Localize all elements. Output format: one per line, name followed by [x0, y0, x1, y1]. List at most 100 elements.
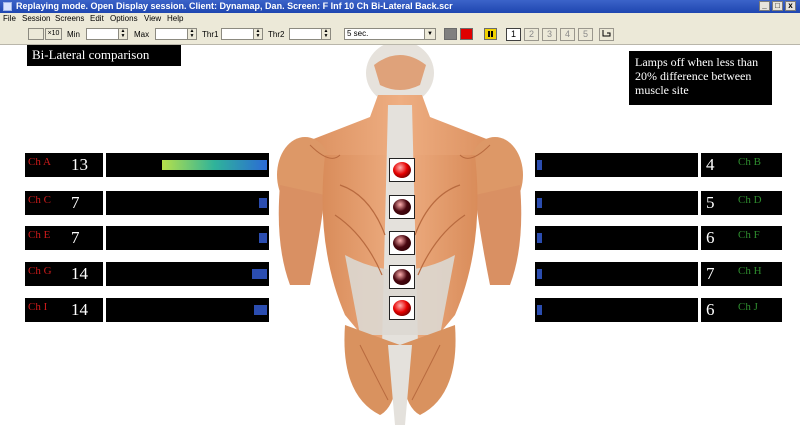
lamp-indicator	[389, 158, 415, 182]
channel-row-right: 4 Ch B	[535, 153, 782, 177]
channel-value: 7	[71, 228, 80, 247]
level-bar-fill	[162, 160, 267, 170]
lamp-indicator	[389, 231, 415, 255]
level-bar	[106, 298, 269, 322]
close-button[interactable]: x	[785, 1, 796, 11]
min-label: Min	[67, 30, 80, 39]
menu-help[interactable]: Help	[167, 13, 183, 25]
lamp-bulb-icon	[393, 300, 411, 316]
page-button-2[interactable]: 2	[524, 28, 539, 41]
channel-row-left: Ch G 14	[25, 262, 269, 286]
pause-button[interactable]	[484, 28, 497, 40]
lamp-indicator	[389, 296, 415, 320]
chevron-down-icon[interactable]: ▼	[424, 29, 435, 39]
channel-name: Ch G	[28, 265, 52, 277]
channel-row-left: Ch E 7	[25, 226, 269, 250]
menu-options[interactable]: Options	[110, 13, 138, 25]
page-button-5[interactable]: 5	[578, 28, 593, 41]
channel-value: 6	[706, 300, 715, 319]
channel-name: Ch E	[28, 229, 51, 241]
channel-name: Ch I	[28, 301, 48, 313]
channel-value: 7	[706, 264, 715, 283]
menu-session[interactable]: Session	[22, 13, 50, 25]
gray-square-button[interactable]	[444, 28, 457, 40]
display-screen: Bi-Lateral comparison Lamps off when les…	[0, 45, 800, 430]
level-bar-fill	[537, 160, 542, 170]
lamp-bulb-icon	[393, 269, 411, 285]
channel-value: 6	[706, 228, 715, 247]
channel-name: Ch H	[738, 265, 762, 277]
thr2-spinner[interactable]: ▲ ▼	[289, 28, 331, 40]
level-bar	[106, 262, 269, 286]
page-button-1[interactable]: 1	[506, 28, 521, 41]
channel-row-left: Ch I 14	[25, 298, 269, 322]
channel-value-box: 7 Ch H	[701, 262, 782, 286]
toolbar: ×10 Min ▲ ▼ Max ▲ ▼ Thr1 ▲ ▼ Thr2 ▲ ▼ 5 sec.…	[0, 25, 800, 45]
interval-select[interactable]: 5 sec. ▼	[344, 28, 436, 40]
red-square-button[interactable]	[460, 28, 473, 40]
channel-name: Ch C	[28, 194, 51, 206]
spinner-arrows-icon[interactable]: ▲ ▼	[187, 29, 196, 39]
max-spinner[interactable]: ▲ ▼	[155, 28, 197, 40]
pause-icon	[488, 31, 493, 37]
channel-value-box: 6 Ch J	[701, 298, 782, 322]
spinner-arrows-icon[interactable]: ▲ ▼	[118, 29, 127, 39]
page-button-3[interactable]: 3	[542, 28, 557, 41]
channel-value: 7	[71, 193, 80, 212]
level-bar	[106, 153, 269, 177]
channel-value: 5	[706, 193, 715, 212]
zoom-button[interactable]: ×10	[45, 28, 62, 40]
channel-value-box: Ch E 7	[25, 226, 103, 250]
channel-value: 14	[71, 300, 88, 319]
menu-screens[interactable]: Screens	[55, 13, 84, 25]
lamp-indicator	[389, 265, 415, 289]
layout-icon	[602, 30, 611, 37]
screen-title: Bi-Lateral comparison	[27, 45, 181, 66]
lamp-bulb-icon	[393, 199, 411, 215]
min-spinner[interactable]: ▲ ▼	[86, 28, 128, 40]
channel-value-box: 6 Ch F	[701, 226, 782, 250]
lamp-bulb-icon	[393, 162, 411, 178]
max-label: Max	[134, 30, 150, 39]
level-bar	[535, 153, 698, 177]
level-bar-fill	[259, 233, 267, 243]
minimize-button[interactable]: _	[759, 1, 770, 11]
menu-edit[interactable]: Edit	[90, 13, 104, 25]
channel-name: Ch A	[28, 156, 51, 168]
channel-row-right: 6 Ch J	[535, 298, 782, 322]
channel-row-right: 5 Ch D	[535, 191, 782, 215]
level-bar-fill	[537, 233, 542, 243]
interval-value: 5 sec.	[347, 29, 369, 38]
level-bar	[535, 226, 698, 250]
level-bar	[106, 191, 269, 215]
page-button-4[interactable]: 4	[560, 28, 575, 41]
level-bar	[535, 262, 698, 286]
layout-button[interactable]	[599, 28, 614, 41]
channel-name: Ch F	[738, 229, 760, 241]
channel-value-box: Ch I 14	[25, 298, 103, 322]
channel-value: 14	[71, 264, 88, 283]
level-bar-fill	[537, 305, 542, 315]
tool-button[interactable]	[28, 28, 44, 40]
lamp-note: Lamps off when less than 20% difference …	[629, 51, 772, 105]
channel-value: 13	[71, 155, 88, 174]
channel-value-box: Ch C 7	[25, 191, 103, 215]
window-titlebar[interactable]: Replaying mode. Open Display session. Cl…	[0, 0, 800, 13]
channel-name: Ch J	[738, 301, 758, 313]
channel-value-box: Ch G 14	[25, 262, 103, 286]
lamp-bulb-icon	[393, 235, 411, 251]
window-title: Replaying mode. Open Display session. Cl…	[16, 1, 453, 11]
thr1-spinner[interactable]: ▲ ▼	[221, 28, 263, 40]
menu-view[interactable]: View	[144, 13, 161, 25]
channel-value: 4	[706, 155, 715, 174]
app-icon	[3, 2, 12, 11]
level-bar-fill	[252, 269, 267, 279]
spinner-arrows-icon[interactable]: ▲ ▼	[321, 29, 330, 39]
spinner-arrows-icon[interactable]: ▲ ▼	[253, 29, 262, 39]
thr2-label: Thr2	[268, 30, 285, 39]
channel-name: Ch D	[738, 194, 762, 206]
maximize-button[interactable]: □	[772, 1, 783, 11]
level-bar-fill	[537, 269, 542, 279]
menu-file[interactable]: File	[3, 13, 16, 25]
channel-value-box: Ch A 13	[25, 153, 103, 177]
